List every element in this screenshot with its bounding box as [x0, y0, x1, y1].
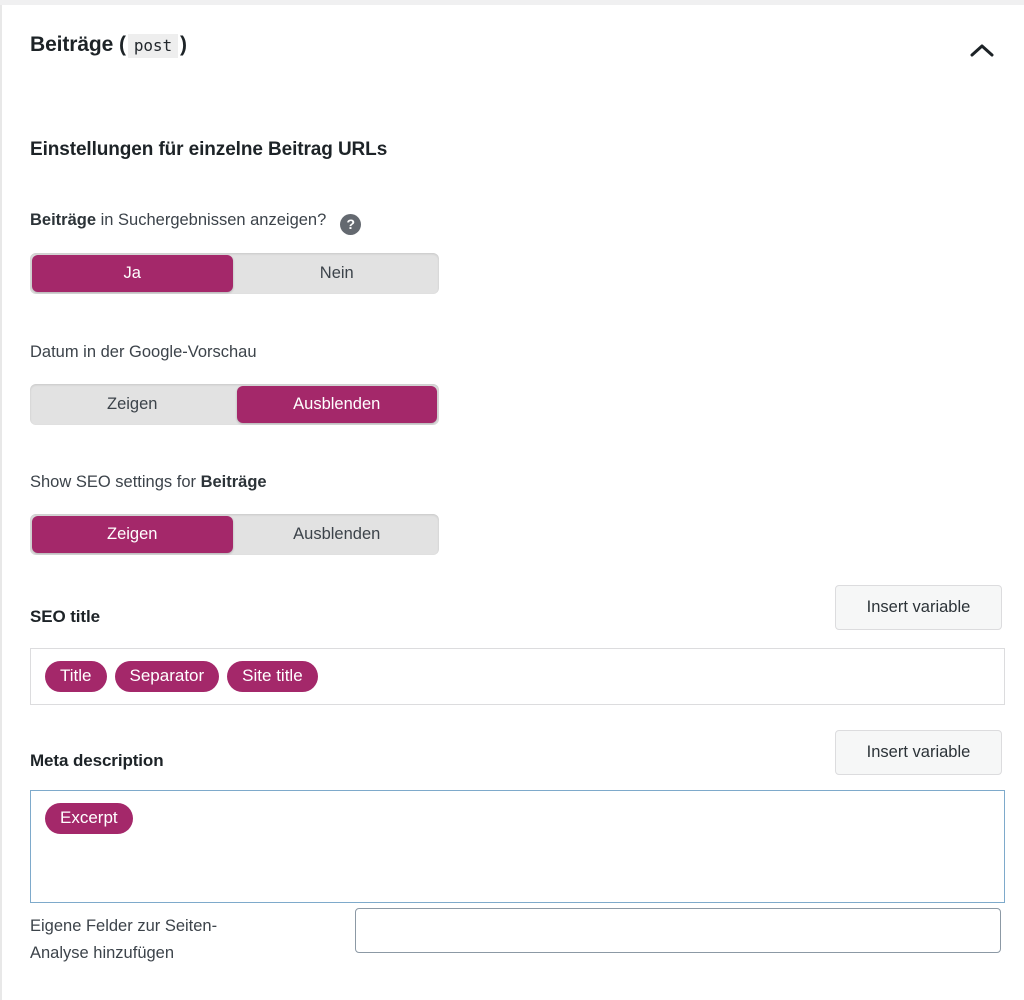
- search-results-label-strong: Beiträge: [30, 211, 97, 229]
- seo-title-label: SEO title: [30, 607, 100, 626]
- section-heading: Einstellungen für einzelne Beitrag URLs: [30, 139, 388, 160]
- page-title-paren-close: ): [180, 33, 187, 56]
- show-seo-settings-toggle[interactable]: Zeigen Ausblenden: [30, 514, 439, 555]
- seo-title-token-separator[interactable]: Separator: [114, 661, 220, 692]
- custom-fields-input[interactable]: [355, 908, 1001, 953]
- seo-title-token-site-title[interactable]: Site title: [227, 661, 318, 692]
- panel-header: Beiträge (post): [2, 5, 1024, 87]
- show-seo-settings-label: Show SEO settings for Beiträge: [30, 471, 267, 493]
- chevron-up-icon: [970, 43, 994, 59]
- date-preview-toggle-option-show[interactable]: Zeigen: [32, 386, 233, 423]
- show-seo-settings-label-strong: Beiträge: [200, 473, 267, 491]
- collapse-panel-button[interactable]: [962, 31, 1002, 71]
- seo-title-token-title[interactable]: Title: [45, 661, 107, 692]
- search-results-label: Beiträge in Suchergebnissen anzeigen??: [30, 209, 362, 235]
- search-results-toggle-option-no[interactable]: Nein: [237, 255, 438, 292]
- show-seo-settings-toggle-option-hide[interactable]: Ausblenden: [237, 516, 438, 553]
- post-type-slug-code: post: [127, 34, 178, 58]
- show-seo-settings-label-rest: Show SEO settings for: [30, 473, 201, 491]
- search-results-toggle-option-yes[interactable]: Ja: [32, 255, 233, 292]
- custom-fields-label-line2: Analyse hinzufügen: [30, 944, 175, 962]
- custom-fields-label: Eigene Felder zur Seiten- Analyse hinzuf…: [30, 913, 330, 967]
- date-preview-label: Datum in der Google-Vorschau: [30, 343, 257, 361]
- search-results-toggle[interactable]: Ja Nein: [30, 253, 439, 294]
- page-title-text: Beiträge (: [30, 33, 126, 56]
- page-title: Beiträge (post): [30, 33, 187, 58]
- meta-description-insert-variable-button[interactable]: Insert variable: [835, 730, 1002, 775]
- custom-fields-label-line1: Eigene Felder zur Seiten-: [30, 917, 218, 935]
- show-seo-settings-toggle-option-show[interactable]: Zeigen: [32, 516, 233, 553]
- seo-title-input[interactable]: Title Separator Site title: [30, 648, 1005, 705]
- search-results-label-rest: in Suchergebnissen anzeigen?: [96, 211, 327, 229]
- seo-title-insert-variable-button[interactable]: Insert variable: [835, 585, 1002, 630]
- date-preview-toggle-option-hide[interactable]: Ausblenden: [236, 386, 437, 423]
- date-preview-toggle[interactable]: Zeigen Ausblenden: [30, 384, 439, 425]
- post-type-settings-panel: Beiträge (post) Einstellungen für einzel…: [0, 5, 1024, 1000]
- meta-description-input[interactable]: Excerpt: [30, 790, 1005, 903]
- help-icon[interactable]: ?: [340, 214, 362, 235]
- meta-description-token-excerpt[interactable]: Excerpt: [45, 803, 133, 834]
- meta-description-label: Meta description: [30, 751, 164, 770]
